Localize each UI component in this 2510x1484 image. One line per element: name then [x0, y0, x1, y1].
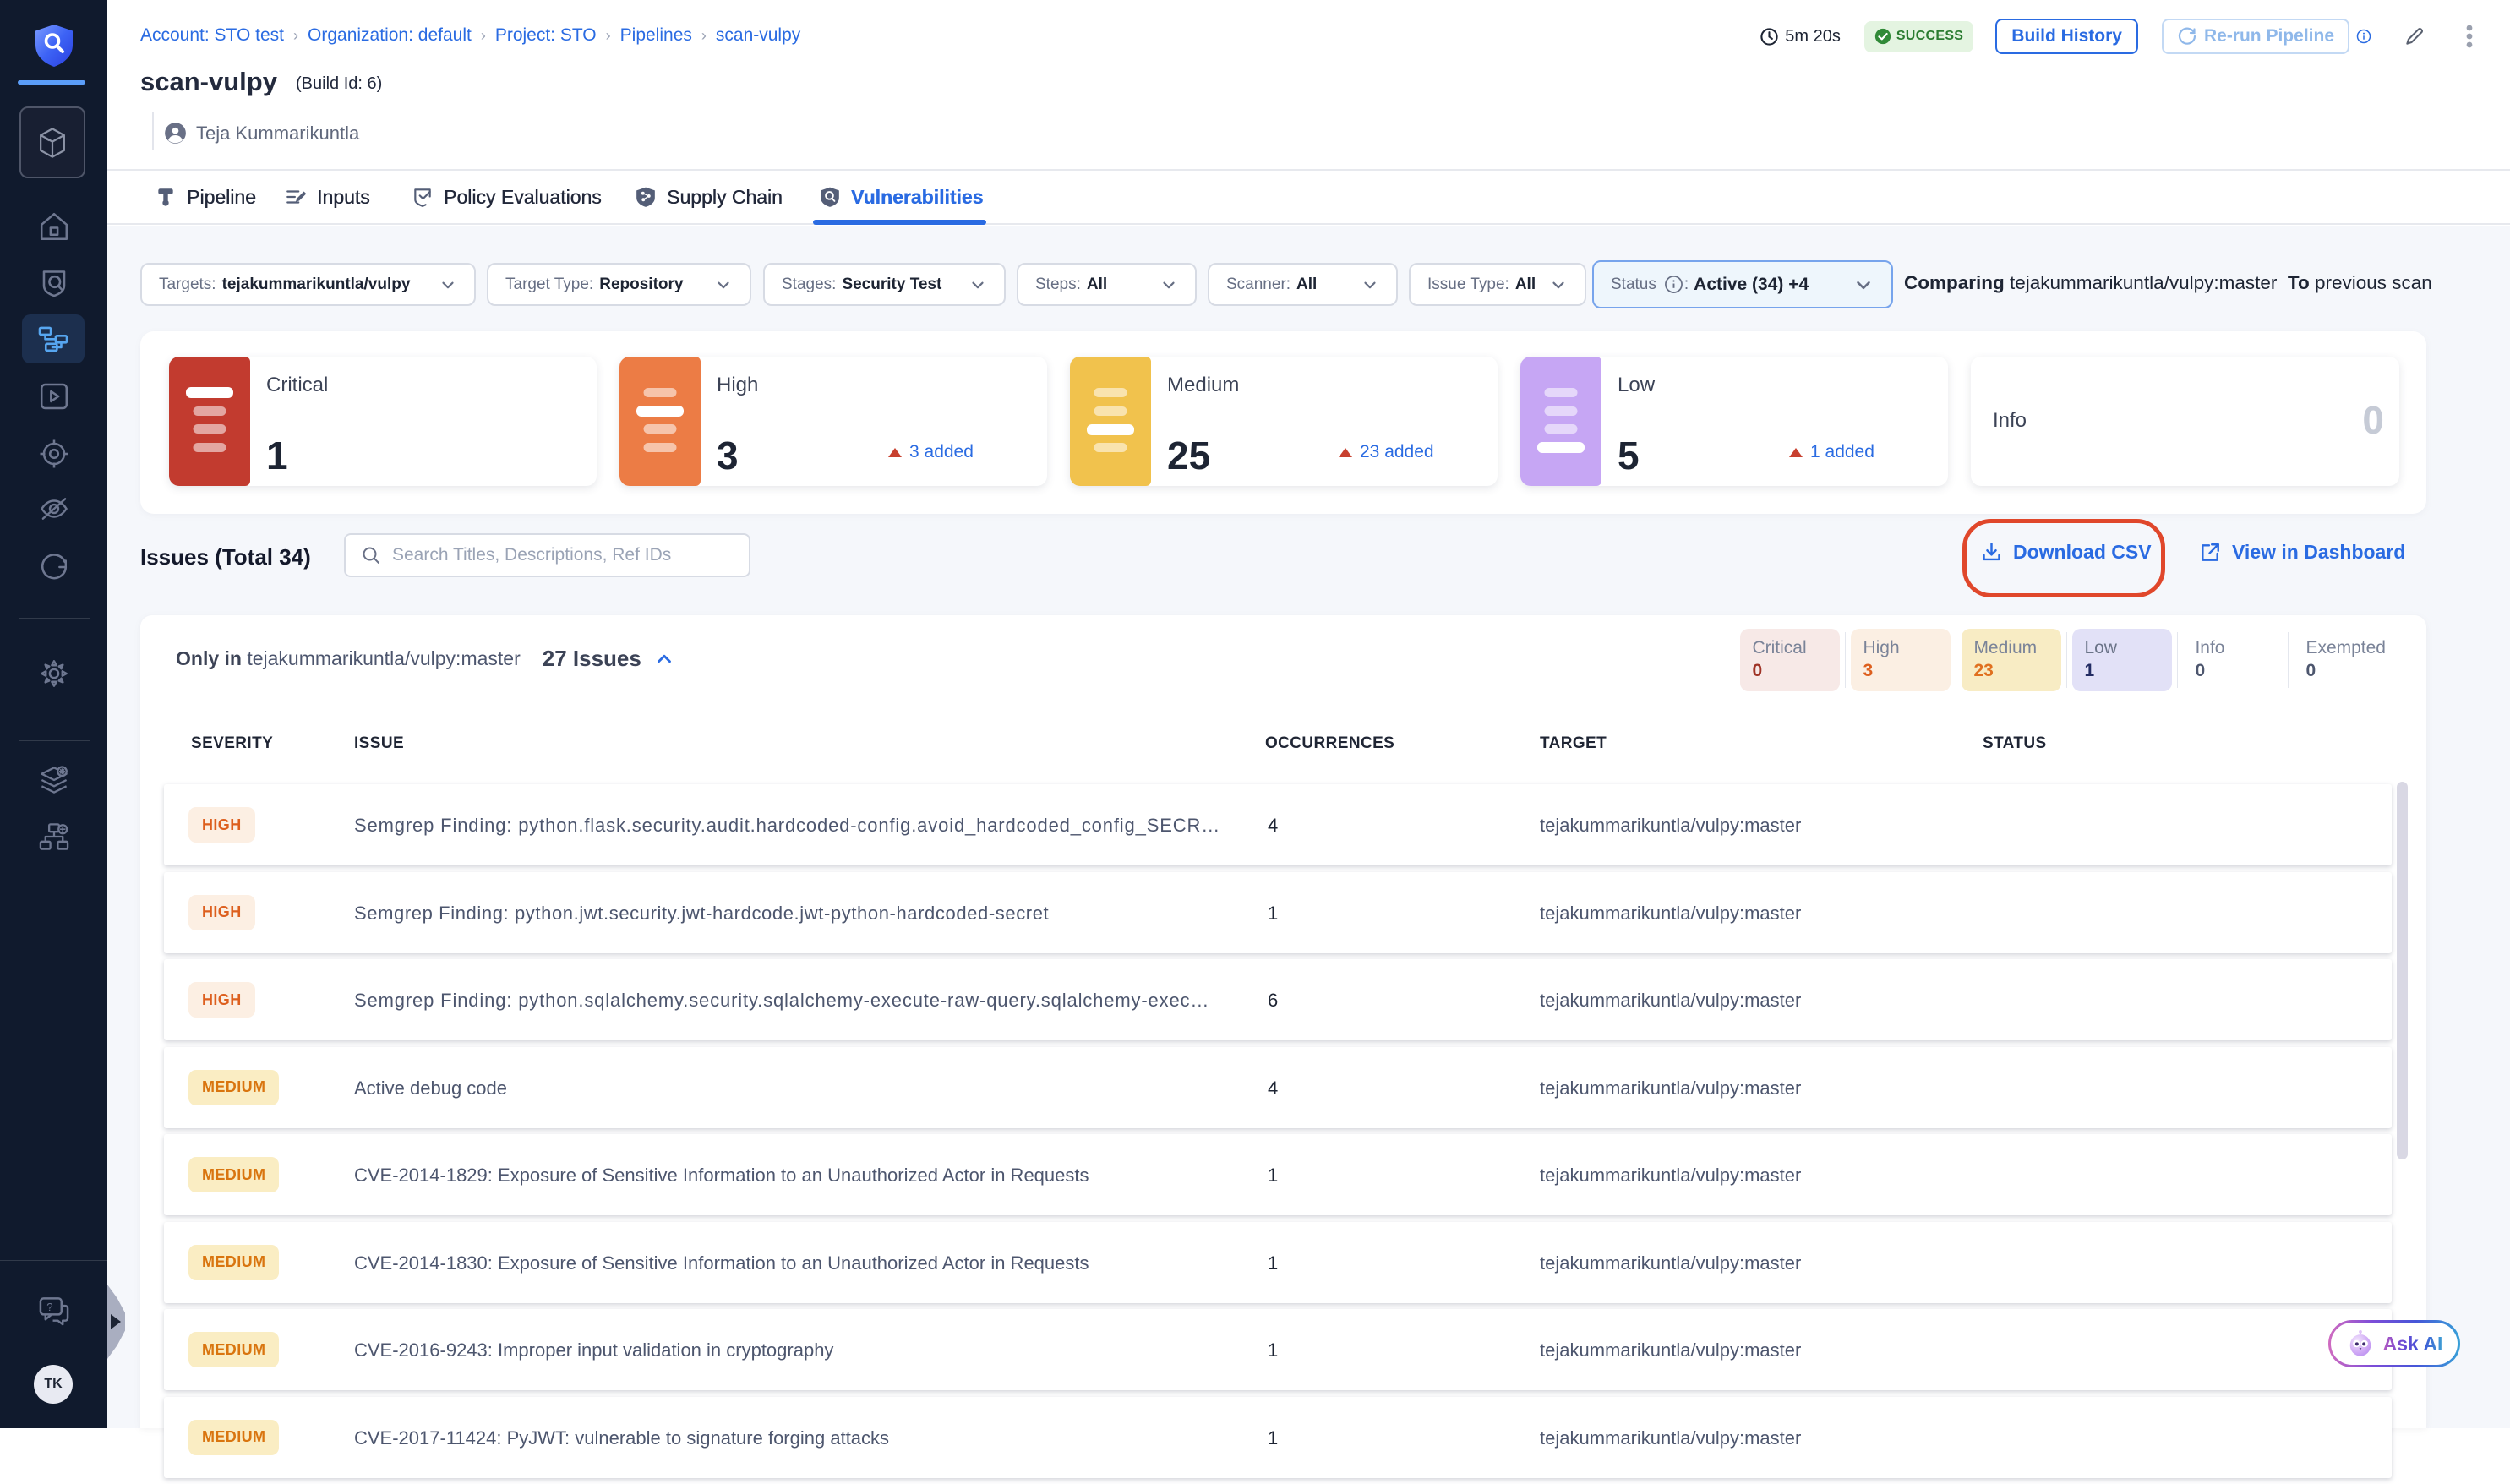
svg-text:?: ? [46, 1301, 52, 1313]
